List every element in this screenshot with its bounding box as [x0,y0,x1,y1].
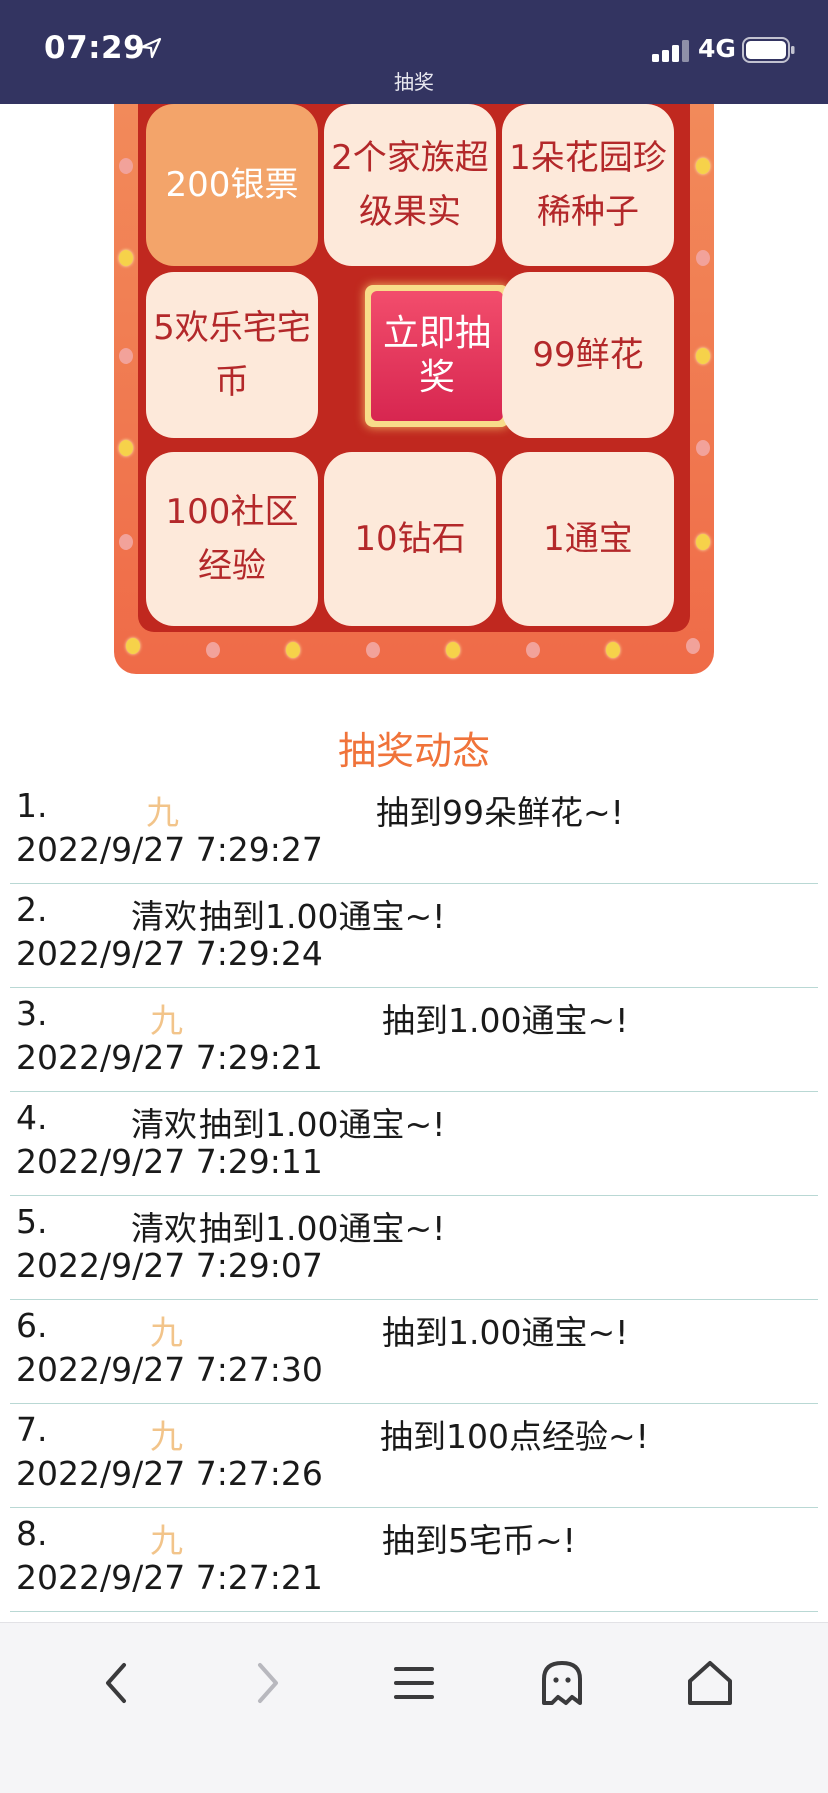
battery-icon [742,37,795,63]
board-light [526,642,540,658]
item-user[interactable]: 九 [146,786,179,834]
board-light [206,642,220,658]
item-prize: 抽到1.00通宝~! [382,1001,629,1040]
list-item: 4. 清欢 抽到1.00通宝~! 2022/9/27 7:29:11 [10,1092,818,1196]
item-index: 3. [16,994,48,1033]
item-index: 6. [16,1306,48,1345]
prize-cell-5[interactable]: 99鲜花 [502,272,674,438]
item-index: 5. [16,1202,48,1241]
board-light [606,642,620,658]
item-index: 7. [16,1410,48,1449]
board-light [119,158,133,174]
board-light [119,534,133,550]
feed-title: 抽奖动态 [337,729,490,773]
draw-button-label: 立即抽奖 [371,291,503,421]
forward-icon[interactable] [236,1653,296,1713]
list-item: 5. 清欢 抽到1.00通宝~! 2022/9/27 7:29:07 [10,1196,818,1300]
item-user[interactable]: 九 [150,994,183,1042]
list-item: 7. 九 抽到100点经验~! 2022/9/27 7:27:26 [10,1404,818,1508]
board-light [696,440,710,456]
page-title: 抽奖 [394,70,434,94]
prize-cell-4[interactable]: 5欢乐宅宅币 [146,272,318,438]
lottery-board: 200银票 2个家族超级果实 1朵花园珍稀种子 5欢乐宅宅币 立即抽奖 99鲜花… [114,104,714,674]
board-light [119,440,133,456]
network-type: 4G [698,34,736,63]
item-user[interactable]: 九 [150,1410,183,1458]
board-light [286,642,300,658]
item-index: 2. [16,890,48,929]
list-item: 6. 九 抽到1.00通宝~! 2022/9/27 7:27:30 [10,1300,818,1404]
list-item: 1. 九 抽到99朵鲜花~! 2022/9/27 7:29:27 [10,780,818,884]
board-inner: 200银票 2个家族超级果实 1朵花园珍稀种子 5欢乐宅宅币 立即抽奖 99鲜花… [138,104,690,632]
status-time: 07:29 [44,30,146,66]
draw-button[interactable]: 立即抽奖 [365,285,509,427]
prize-cell-7[interactable]: 10钻石 [324,452,496,626]
prize-cell-8[interactable]: 1通宝 [502,452,674,626]
feed-list: 1. 九 抽到99朵鲜花~! 2022/9/27 7:29:27 2. 清欢 抽… [10,780,818,1612]
item-prize: 抽到1.00通宝~! [199,1105,446,1144]
item-prize: 抽到1.00通宝~! [199,1209,446,1248]
item-user[interactable]: 九 [150,1514,183,1562]
signal-icon [652,40,689,62]
home-icon[interactable] [680,1653,740,1713]
board-light [696,158,710,174]
board-light [366,642,380,658]
item-prize: 抽到5宅币~! [382,1521,576,1560]
prize-cell-3[interactable]: 1朵花园珍稀种子 [502,104,674,266]
item-prize: 抽到1.00通宝~! [199,897,446,936]
board-light [696,534,710,550]
prize-cell-2[interactable]: 2个家族超级果实 [324,104,496,266]
ghost-icon[interactable] [532,1653,592,1713]
item-time: 2022/9/27 7:27:30 [16,1350,323,1389]
board-light [126,638,140,654]
board-light [446,642,460,658]
item-index: 1. [16,786,48,825]
list-item: 2. 清欢 抽到1.00通宝~! 2022/9/27 7:29:24 [10,884,818,988]
item-prize: 抽到1.00通宝~! [382,1313,629,1352]
item-time: 2022/9/27 7:29:24 [16,934,323,973]
item-user[interactable]: 清欢 [131,1202,197,1250]
board-light [686,638,700,654]
item-index: 8. [16,1514,48,1553]
item-user[interactable]: 九 [150,1306,183,1354]
item-user[interactable]: 清欢 [131,890,197,938]
status-bar: 07:29 4G 抽奖 [0,0,828,104]
list-item: 3. 九 抽到1.00通宝~! 2022/9/27 7:29:21 [10,988,818,1092]
board-light [119,250,133,266]
item-prize: 抽到99朵鲜花~! [376,793,624,832]
prize-cell-1[interactable]: 200银票 [146,104,318,266]
prize-cell-6[interactable]: 100社区经验 [146,452,318,626]
menu-icon[interactable] [384,1653,444,1713]
item-time: 2022/9/27 7:29:07 [16,1246,323,1285]
board-light [119,348,133,364]
item-time: 2022/9/27 7:27:26 [16,1454,323,1493]
board-light [696,250,710,266]
board-light [696,348,710,364]
list-item: 8. 九 抽到5宅币~! 2022/9/27 7:27:21 [10,1508,818,1612]
back-icon[interactable] [88,1653,148,1713]
location-arrow-icon [140,37,162,59]
item-time: 2022/9/27 7:29:21 [16,1038,323,1077]
item-index: 4. [16,1098,48,1137]
item-time: 2022/9/27 7:29:27 [16,830,323,869]
item-prize: 抽到100点经验~! [380,1417,649,1456]
item-time: 2022/9/27 7:29:11 [16,1142,323,1181]
browser-toolbar [0,1622,828,1793]
item-user[interactable]: 清欢 [131,1098,197,1146]
item-time: 2022/9/27 7:27:21 [16,1558,323,1597]
